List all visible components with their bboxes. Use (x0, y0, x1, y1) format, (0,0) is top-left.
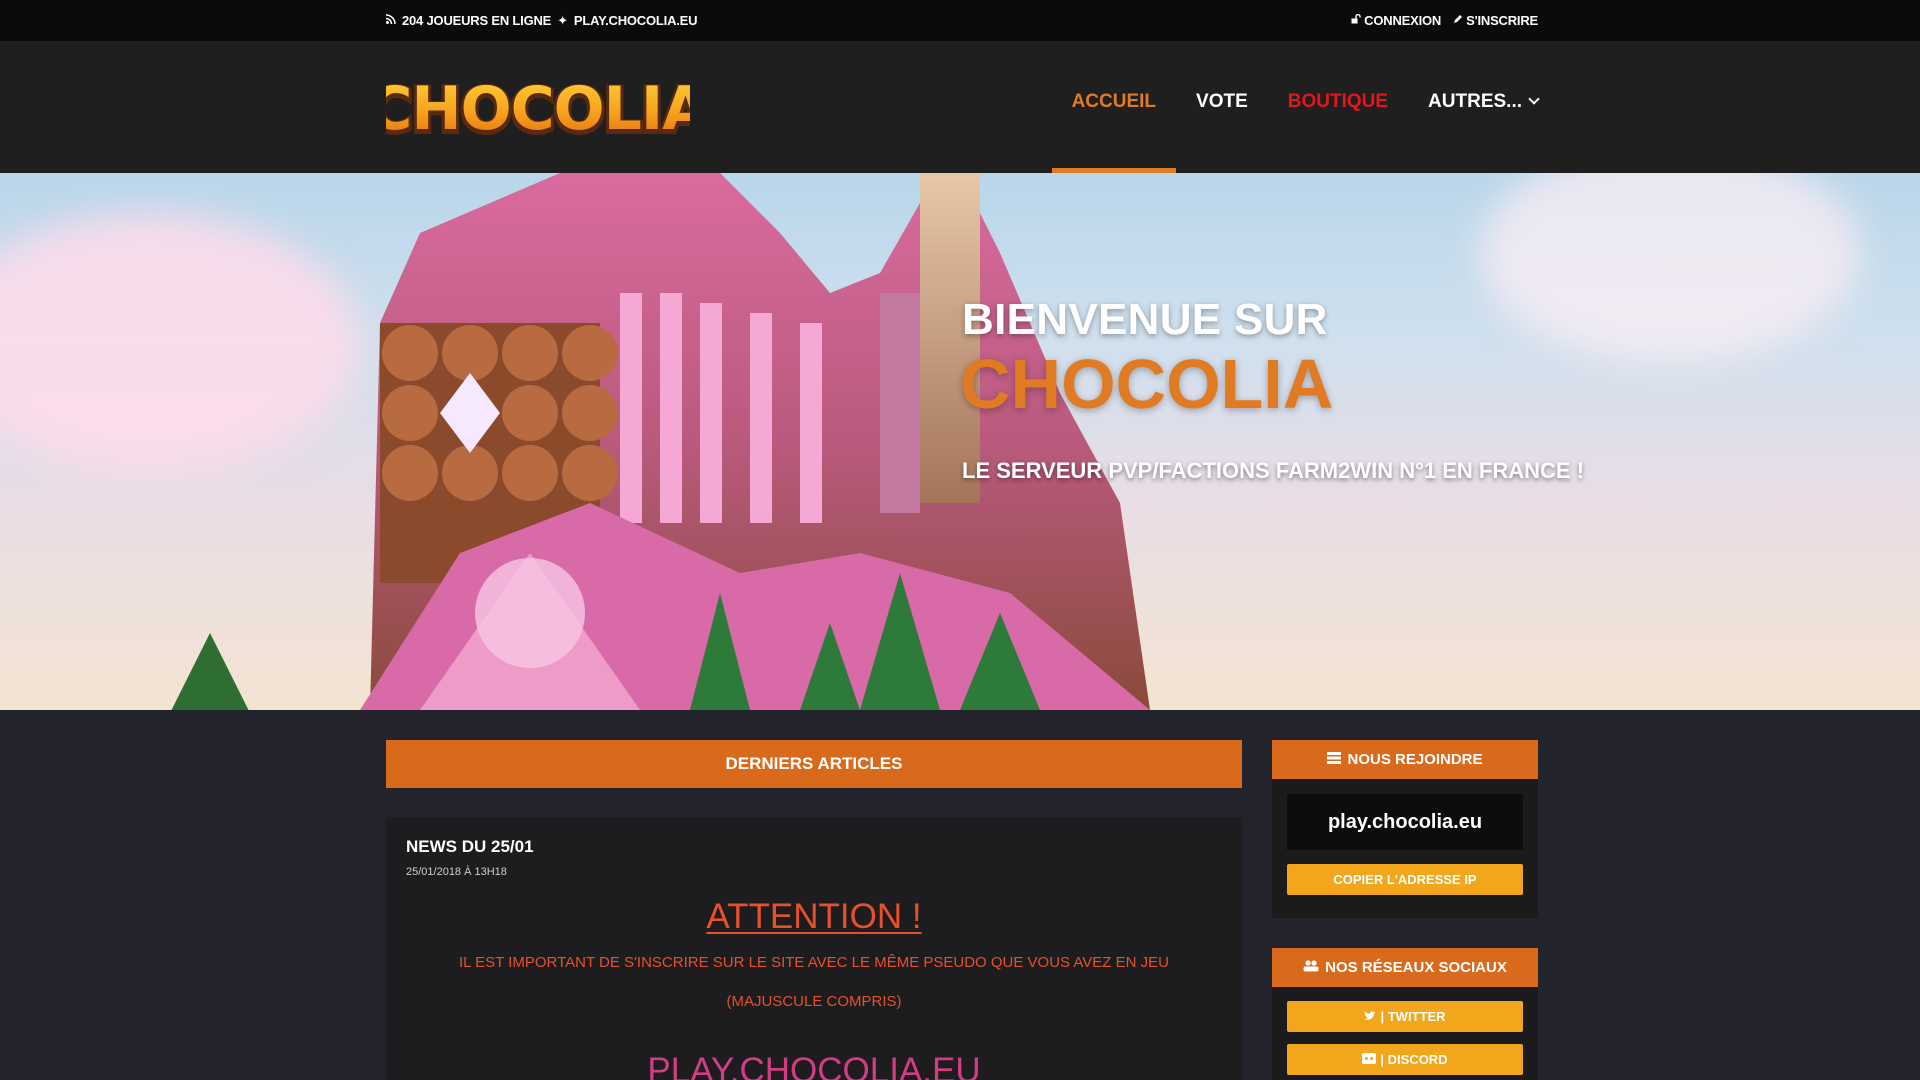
article-server-address: PLAY.CHOCOLIA.EU (647, 1051, 981, 1080)
chocolia-logo[interactable]: CHOCOLIA CHOCOLIA (386, 77, 690, 141)
tree-left (170, 633, 250, 710)
register-link[interactable]: S'INSCRIRE (1453, 13, 1538, 28)
social-widget-header: NOS RÉSEAUX SOCIAUX (1272, 948, 1538, 987)
discord-button[interactable]: | DISCORD (1287, 1044, 1523, 1075)
join-widget-header: NOUS REJOINDRE (1272, 740, 1538, 779)
article-date: 25/01/2018 À 13H18 (406, 866, 507, 878)
chevron-down-icon (1528, 93, 1540, 105)
join-widget-title: NOUS REJOINDRE (1347, 751, 1483, 768)
nav-item-autres[interactable]: AUTRES... (1408, 41, 1540, 173)
server-address: PLAY.CHOCOLIA.EU (573, 13, 698, 28)
register-label: S'INSCRIRE (1466, 13, 1538, 28)
top-bar-inner: 204 JOUEURS EN LIGNE ✦ PLAY.CHOCOLIA.EU … (385, 0, 1538, 41)
news-article: NEWS DU 25/01 25/01/2018 À 13H18 ATTENTI… (386, 817, 1242, 1080)
discord-icon (1362, 1052, 1377, 1067)
nav-item-autres-label: AUTRES... (1428, 91, 1522, 112)
twitter-button[interactable]: | TWITTER (1287, 1001, 1523, 1032)
nav-item-vote[interactable]: VOTE (1176, 41, 1268, 173)
logo-text: CHOCOLIA (386, 77, 690, 141)
cloud-decoration (1480, 173, 1860, 363)
twitter-label: | TWITTER (1380, 1009, 1446, 1024)
nav-item-boutique[interactable]: BOUTIQUE (1268, 41, 1408, 173)
server-icon (1327, 751, 1342, 768)
copy-ip-button[interactable]: COPIER L'ADRESSE IP (1287, 864, 1523, 895)
ground-spacer (0, 593, 1920, 710)
login-label: CONNEXION (1364, 13, 1442, 28)
pencil-icon (1453, 14, 1463, 27)
article-paragraph-note: (MAJUSCULE COMPRIS) (726, 993, 902, 1010)
discord-label: | DISCORD (1380, 1052, 1448, 1067)
join-widget: NOUS REJOINDRE play.chocolia.eu COPIER L… (1272, 740, 1538, 918)
account-links: CONNEXION S'INSCRIRE (1345, 13, 1538, 28)
latest-articles-header: DERNIERS ARTICLES (386, 740, 1242, 788)
players-online: 204 JOUEURS EN LIGNE (402, 13, 552, 28)
hero-tagline: LE SERVEUR PVP/FACTIONS FARM2WIN N°1 EN … (962, 458, 1585, 483)
hero-welcome: BIENVENUE SUR (962, 295, 1328, 344)
separator-icon: ✦ (557, 12, 568, 28)
article-title[interactable]: NEWS DU 25/01 (406, 837, 534, 857)
main-navbar: CHOCOLIA CHOCOLIA ACCUEIL VOTE BOUTIQUE … (0, 41, 1920, 173)
server-status: 204 JOUEURS EN LIGNE ✦ PLAY.CHOCOLIA.EU (385, 12, 698, 29)
hero-banner: BIENVENUE SUR CHOCOLIA LE SERVEUR PVP/FA… (0, 173, 1920, 710)
server-ip-display: play.chocolia.eu (1287, 794, 1523, 850)
top-bar: 204 JOUEURS EN LIGNE ✦ PLAY.CHOCOLIA.EU … (0, 0, 1920, 41)
nav-menu: ACCUEIL VOTE BOUTIQUE AUTRES... (1051, 41, 1540, 173)
twitter-icon (1364, 1009, 1377, 1024)
users-icon (1303, 959, 1319, 976)
article-heading: ATTENTION ! (706, 897, 922, 936)
login-link[interactable]: CONNEXION (1351, 13, 1441, 28)
cloud-decoration (0, 213, 360, 473)
social-widget-title: NOS RÉSEAUX SOCIAUX (1325, 959, 1507, 976)
hero-brand: CHOCOLIA (960, 345, 1334, 423)
social-widget: NOS RÉSEAUX SOCIAUX | TWITTER | DISCORD (1272, 948, 1538, 1080)
unlock-icon (1351, 13, 1361, 27)
article-paragraph: IL EST IMPORTANT DE S'INSCRIRE SUR LE SI… (459, 954, 1169, 971)
nav-item-accueil[interactable]: ACCUEIL (1051, 41, 1177, 173)
rss-icon (385, 14, 396, 27)
